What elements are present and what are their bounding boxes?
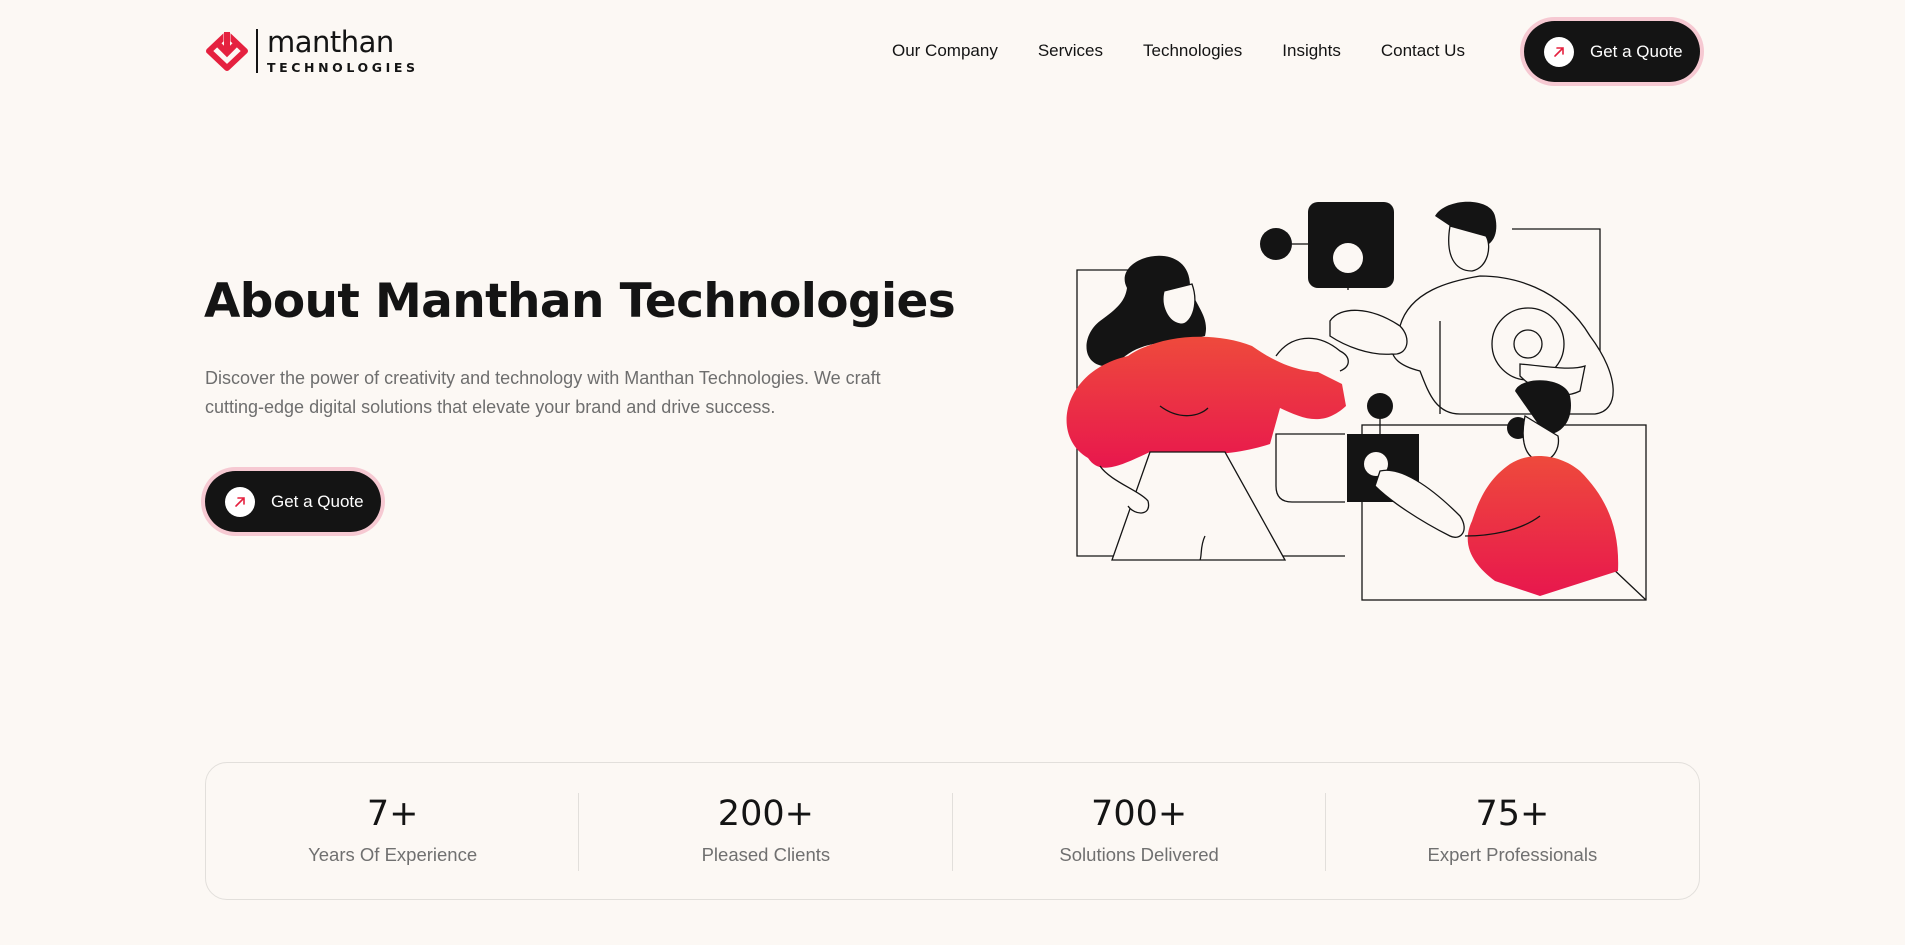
nav-insights[interactable]: Insights xyxy=(1282,41,1341,61)
logo-wordmark: manthan TECHNOLOGIES xyxy=(267,24,419,75)
stats-panel: 7+ Years Of Experience 200+ Pleased Clie… xyxy=(205,762,1700,900)
stat-label: Pleased Clients xyxy=(701,843,831,865)
nav-technologies[interactable]: Technologies xyxy=(1143,41,1242,61)
hero-get-quote-button[interactable]: Get a Quote xyxy=(205,471,381,532)
stat-value: 200+ xyxy=(717,793,814,834)
stat-pleased-clients: 200+ Pleased Clients xyxy=(579,763,953,899)
logo-divider xyxy=(256,29,258,73)
brand-logo[interactable]: manthan TECHNOLOGIES xyxy=(204,26,419,76)
header-get-quote-label: Get a Quote xyxy=(1590,41,1683,61)
arrow-up-right-icon xyxy=(225,486,255,517)
stat-expert-professionals: 75+ Expert Professionals xyxy=(1326,763,1699,899)
header-get-quote-button[interactable]: Get a Quote xyxy=(1524,21,1700,82)
stat-value: 75+ xyxy=(1475,793,1550,834)
arrow-up-right-icon xyxy=(1544,36,1574,67)
page-title: About Manthan Technologies xyxy=(204,274,956,329)
stat-value: 700+ xyxy=(1091,793,1188,834)
logo-name: manthan xyxy=(267,24,394,59)
hero-description: Discover the power of creativity and tec… xyxy=(205,368,881,417)
stat-label: Expert Professionals xyxy=(1427,843,1598,865)
stat-value: 7+ xyxy=(366,793,419,834)
site-header: manthan TECHNOLOGIES Our Company Service… xyxy=(0,0,1905,104)
main-nav: Our Company Services Technologies Insigh… xyxy=(892,41,1465,61)
nav-contact-us[interactable]: Contact Us xyxy=(1381,41,1465,61)
manthan-logo-icon xyxy=(206,31,248,71)
stat-label: Solutions Delivered xyxy=(1059,843,1219,865)
nav-our-company[interactable]: Our Company xyxy=(892,41,998,61)
logo-tagline: TECHNOLOGIES xyxy=(267,59,419,75)
stat-label: Years Of Experience xyxy=(308,843,478,865)
stat-years-experience: 7+ Years Of Experience xyxy=(206,763,580,899)
hero-get-quote-label: Get a Quote xyxy=(271,491,364,511)
team-collaboration-illustration xyxy=(1066,201,1647,601)
stat-solutions-delivered: 700+ Solutions Delivered xyxy=(953,763,1326,899)
nav-services[interactable]: Services xyxy=(1038,41,1103,61)
